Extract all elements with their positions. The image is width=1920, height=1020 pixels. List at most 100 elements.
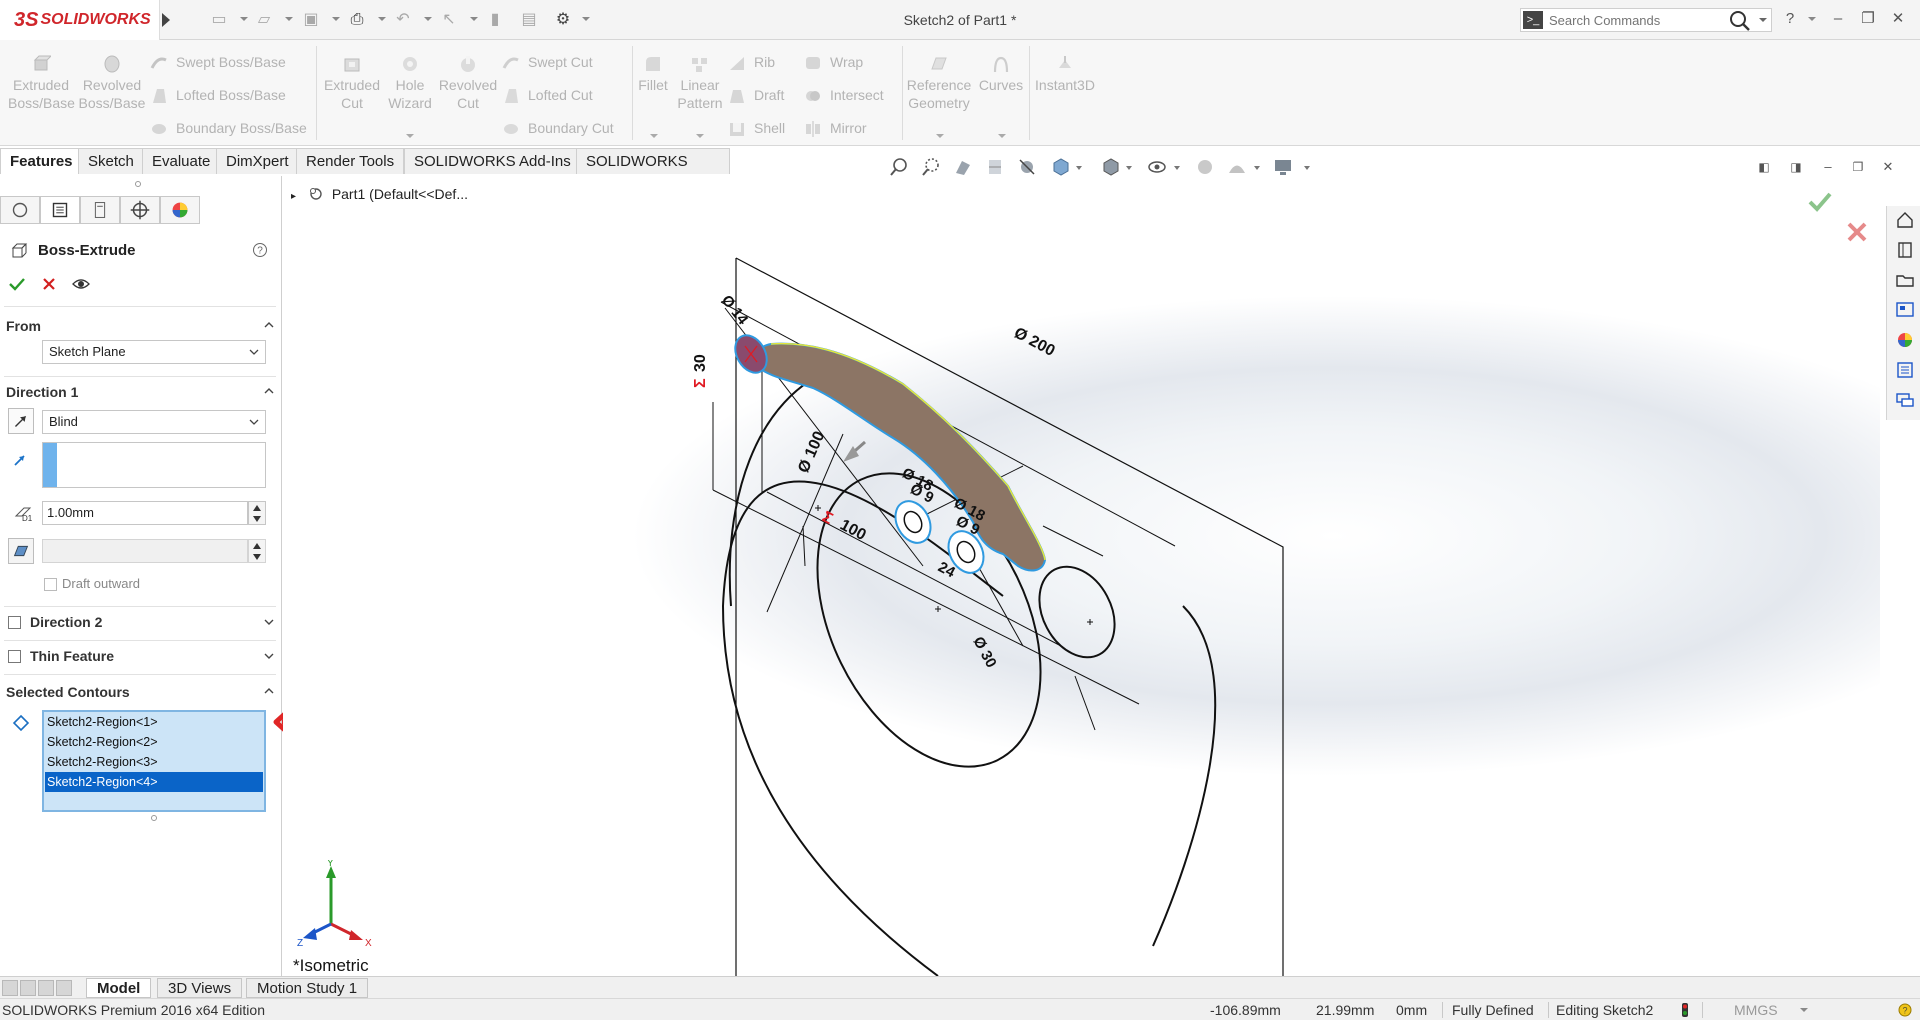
status-units[interactable]: MMGS (1734, 1002, 1778, 1018)
search-commands-box[interactable]: >_ (1520, 8, 1772, 32)
revolved-cut-button[interactable]: Revolved Cut (438, 54, 498, 112)
property-manager-tab-icon[interactable] (40, 196, 80, 224)
fillet-button[interactable]: Fillet (636, 54, 670, 94)
tab-motion-study[interactable]: Motion Study 1 (246, 978, 369, 998)
view-settings-dropdown-icon[interactable] (1304, 166, 1310, 170)
spinner-down-icon[interactable] (253, 516, 261, 522)
help-circle-icon[interactable]: ? (252, 242, 268, 258)
draft-on-off-icon[interactable] (8, 538, 34, 564)
boundary-boss-button[interactable]: Boundary Boss/Base (150, 116, 307, 140)
linear-pattern-button[interactable]: Linear Pattern (674, 54, 726, 112)
draft-outward-checkbox[interactable] (44, 578, 57, 591)
mirror-button[interactable]: Mirror (804, 116, 867, 140)
new-document-icon[interactable]: ▭ (208, 9, 230, 31)
tab-sketch[interactable]: Sketch (78, 148, 144, 174)
cancel-x-icon[interactable] (42, 277, 56, 291)
reverse-direction-icon[interactable] (8, 408, 34, 434)
options-dropdown-icon[interactable] (582, 17, 590, 21)
first-tab-icon[interactable] (2, 980, 18, 996)
swept-boss-button[interactable]: Swept Boss/Base (150, 50, 286, 74)
appearances-icon[interactable] (1895, 330, 1915, 350)
quick-tips-icon[interactable]: ? (1896, 1002, 1914, 1018)
depth-input[interactable]: 1.00mm (42, 501, 248, 525)
confirm-cancel-icon[interactable] (1845, 220, 1869, 244)
end-condition-select[interactable]: Blind (42, 410, 266, 434)
collapse-from-icon[interactable] (264, 320, 274, 330)
ok-checkmark-icon[interactable] (8, 276, 26, 292)
thin-feature-section-header[interactable]: Thin Feature (30, 648, 114, 664)
zoom-to-fit-icon[interactable] (888, 156, 910, 178)
help-icon[interactable]: ? (1778, 8, 1802, 32)
from-section-header[interactable]: From (6, 318, 41, 334)
direction2-checkbox[interactable] (8, 616, 21, 629)
direction1-section-header[interactable]: Direction 1 (6, 384, 78, 400)
hole-wizard-dropdown-icon[interactable] (406, 134, 414, 138)
file-properties-icon[interactable]: ▤ (518, 9, 540, 31)
list-item[interactable]: Sketch2-Region<2> (45, 732, 263, 752)
curves-dropdown-icon[interactable] (998, 134, 1006, 138)
reference-geometry-button[interactable]: Reference Geometry (906, 54, 972, 112)
solidworks-menu-arrow-icon[interactable] (160, 10, 172, 30)
panel-splitter-handle-icon[interactable] (134, 180, 142, 188)
zoom-to-area-icon[interactable] (920, 156, 942, 178)
options-gear-icon[interactable]: ⚙ (552, 9, 574, 31)
list-item-selected[interactable]: Sketch2-Region<4> (45, 772, 263, 792)
view-orientation-dropdown-icon[interactable] (1076, 166, 1082, 170)
hole-wizard-button[interactable]: Hole Wizard (384, 54, 436, 112)
tab-render-tools[interactable]: Render Tools (296, 148, 405, 174)
depth-spinner[interactable] (248, 501, 266, 525)
expand-direction2-icon[interactable] (264, 617, 274, 627)
rebuild-icon[interactable]: ▮ (484, 9, 506, 31)
previous-tab-icon[interactable] (20, 980, 36, 996)
last-tab-icon[interactable] (56, 980, 72, 996)
graphics-area[interactable]: ▸ Part1 (Default<<Def... Ø 14 Ø 200 Σ 30… (283, 176, 1880, 976)
undo-icon[interactable]: ↶ (392, 9, 414, 31)
direction-selection-box[interactable] (42, 442, 266, 488)
rib-button[interactable]: Rib (728, 50, 775, 74)
solidworks-logo[interactable]: 3S SOLIDWORKS (0, 0, 160, 40)
select-icon[interactable]: ↖ (438, 9, 460, 31)
open-dropdown-icon[interactable] (285, 17, 293, 21)
display-style-dropdown-icon[interactable] (1126, 166, 1132, 170)
help-dropdown-icon[interactable] (1808, 17, 1816, 21)
selected-contours-list[interactable]: Sketch2-Region<1> Sketch2-Region<2> Sket… (42, 710, 266, 812)
list-item[interactable]: Sketch2-Region<1> (45, 712, 263, 732)
dynamic-annotation-icon[interactable] (1016, 156, 1038, 178)
display-manager-tab-icon[interactable] (160, 196, 200, 224)
select-dropdown-icon[interactable] (470, 17, 478, 21)
next-tab-icon[interactable] (38, 980, 54, 996)
collapse-selected-contours-icon[interactable] (264, 686, 274, 696)
view-orientation-icon[interactable] (1050, 156, 1072, 178)
dimxpert-manager-tab-icon[interactable] (120, 196, 160, 224)
confirm-ok-icon[interactable] (1807, 190, 1833, 214)
lofted-cut-button[interactable]: Lofted Cut (502, 83, 593, 107)
previous-view-icon[interactable] (952, 156, 974, 178)
minimize-icon[interactable]: – (1826, 8, 1850, 32)
preview-eye-icon[interactable] (72, 276, 90, 292)
section-view-icon[interactable] (984, 156, 1006, 178)
tab-evaluate[interactable]: Evaluate (142, 148, 221, 174)
save-dropdown-icon[interactable] (332, 17, 340, 21)
print-dropdown-icon[interactable] (378, 17, 386, 21)
print-icon[interactable]: ⎙ (346, 9, 368, 31)
wrap-button[interactable]: Wrap (804, 50, 863, 74)
reference-geometry-dropdown-icon[interactable] (936, 134, 944, 138)
tab-model[interactable]: Model (86, 978, 152, 998)
file-explorer-icon[interactable] (1895, 270, 1915, 290)
view-settings-icon[interactable] (1272, 156, 1294, 178)
list-item[interactable]: Sketch2-Region<3> (45, 752, 263, 772)
forum-icon[interactable] (1895, 390, 1915, 410)
list-resize-handle-icon[interactable] (150, 814, 158, 822)
design-library-icon[interactable] (1895, 240, 1915, 260)
view-palette-icon[interactable] (1895, 300, 1915, 320)
tab-dimxpert[interactable]: DimXpert (216, 148, 299, 174)
new-dropdown-icon[interactable] (240, 17, 248, 21)
apply-scene-icon[interactable] (1226, 156, 1248, 178)
custom-properties-icon[interactable] (1895, 360, 1915, 380)
close-icon[interactable]: ✕ (1886, 8, 1910, 32)
collapse-direction1-icon[interactable] (264, 386, 274, 396)
instant3d-button[interactable]: Instant3D (1032, 54, 1098, 94)
tab-solidworks-addins[interactable]: SOLIDWORKS Add-Ins (404, 148, 581, 174)
display-style-icon[interactable] (1100, 156, 1122, 178)
undo-dropdown-icon[interactable] (424, 17, 432, 21)
